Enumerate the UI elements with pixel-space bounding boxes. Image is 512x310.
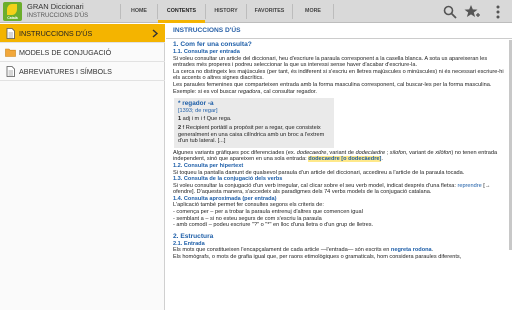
sidebar-item-label: INSTRUCCIONS D'ÚS (19, 29, 93, 38)
chevron-right-icon (152, 29, 159, 38)
text: Les paraules femenines que comparteixen … (173, 81, 492, 95)
subsection-heading: 1.1. Consulta per entrada (173, 49, 240, 55)
text: Els mots que constitueixen l'encapçalame… (173, 247, 391, 254)
emphasis: dodecàedre (355, 149, 386, 156)
tab-home[interactable]: HOME (121, 0, 157, 23)
text: Algunes variants gràfiques poc diferenci… (173, 149, 297, 156)
tab-contents[interactable]: CONTENTS (158, 0, 205, 23)
paragraph: Algunes variants gràfiques poc diferenci… (173, 150, 506, 163)
document-body: 1. Com fer una consulta? 1.1. Consulta p… (173, 41, 506, 261)
paragraph: Si voleu consultar un article del diccio… (173, 55, 488, 69)
emphasis: xilòfon (435, 149, 452, 156)
folder-icon (5, 48, 16, 57)
section-heading: 2. Estructura (173, 232, 214, 240)
star-icon[interactable] (464, 4, 480, 20)
text: , variant de (326, 149, 356, 156)
sidebar-item-instruccions[interactable]: INSTRUCCIONS D'ÚS (0, 24, 165, 43)
paragraph: Els homògrafs, o mots de grafia igual qu… (173, 254, 462, 261)
subsection-heading: 2.1. Entrada (173, 240, 205, 247)
app-logo[interactable]: Català (3, 2, 22, 21)
document-header: INSTRUCCIONS D'ÚS (166, 24, 512, 39)
text: f Recipient portàtil a propòsit per a re… (178, 124, 325, 145)
example-etymology: [1393; de regar] (178, 107, 218, 114)
tab-more[interactable]: MORE (293, 0, 333, 23)
paragraph: La cerca no distingeix les majúscules (p… (173, 68, 504, 82)
emphasis: dodecaedre (296, 149, 327, 156)
tab-favorites[interactable]: FAVORITES (247, 0, 292, 23)
emphasis: regadora (237, 88, 261, 95)
overflow-menu-icon[interactable] (490, 4, 506, 20)
example-box: * regador -a [1393; de regar] 1 adj i m … (174, 98, 334, 148)
document-title: INSTRUCCIONS D'ÚS (173, 27, 241, 34)
document-icon (6, 66, 15, 77)
text: . (431, 247, 434, 254)
tab-divider (333, 4, 334, 19)
subsection-heading: 1.2. Consulta per hipertext (173, 162, 244, 169)
subsection-heading: 1.4. Consulta aproximada (per entrada) (173, 195, 277, 202)
contents-sidebar: INSTRUCCIONS D'ÚS MODELS DE CONJUGACIÓ A… (0, 24, 165, 310)
emphasis: silofon (389, 149, 406, 156)
list-item: - amb comodí – podeu escriure "?" o "*" … (173, 222, 374, 229)
example-definition: 2 f Recipient portàtil a propòsit per a … (178, 125, 330, 145)
sidebar-item-models-conjugacio[interactable]: MODELS DE CONJUGACIÓ (0, 43, 165, 62)
sidebar-item-label: ABREVIATURES I SÍMBOLS (19, 67, 112, 76)
sidebar-item-label: MODELS DE CONJUGACIÓ (19, 48, 112, 57)
list-item: - comença per – per a trobar la paraula … (173, 209, 363, 216)
paragraph: Si voleu consultar la conjugació d'un ve… (173, 183, 506, 196)
document-pane[interactable]: INSTRUCCIONS D'ÚS 1. Com fer una consult… (166, 24, 512, 310)
highlighted-entry[interactable]: dodecaedre [o dodecàedre] (308, 156, 382, 163)
styled-term: negreta rodona (390, 247, 432, 254)
paragraph: Si toqueu la pantalla damunt de qualsevo… (173, 169, 465, 176)
app-subtitle: INSTRUCCIONS D'ÚS (27, 13, 89, 19)
text: Si voleu consultar la conjugació d'un ve… (173, 182, 458, 189)
action-bar: Català GRAN Diccionari INSTRUCCIONS D'ÚS… (0, 0, 512, 23)
section-heading: 1. Com fer una consulta? (173, 41, 252, 48)
paragraph: Les paraules femenines que comparteixen … (173, 82, 506, 95)
subsection-heading: 1.3. Consulta de la conjugació dels verb… (173, 176, 283, 183)
tab-history[interactable]: HISTORY (206, 0, 246, 23)
document-icon (6, 28, 15, 39)
list-item: - semblant a – si no esteu segurs de com… (173, 215, 322, 222)
paragraph: L'aplicació també permet fer consultes s… (173, 202, 324, 209)
app-title: GRAN Diccionari (27, 2, 84, 11)
verb-link[interactable]: reprendre (457, 183, 481, 189)
text: , variant de (405, 149, 436, 156)
example-entry[interactable]: * regador -a (178, 101, 330, 108)
sidebar-item-abreviatures[interactable]: ABREVIATURES I SÍMBOLS (0, 62, 165, 81)
paragraph: Els mots que constitueixen l'encapçalame… (173, 247, 506, 254)
text: adj i m i f Que rega. (181, 116, 232, 123)
text: , cal consultar regador. (260, 88, 317, 95)
text: . (381, 156, 383, 163)
search-icon[interactable] (442, 4, 458, 20)
logo-text: Català (7, 16, 18, 20)
example-definition: 1 adj i m i f Que rega. (178, 116, 330, 123)
logo-leaf-icon (7, 4, 17, 15)
